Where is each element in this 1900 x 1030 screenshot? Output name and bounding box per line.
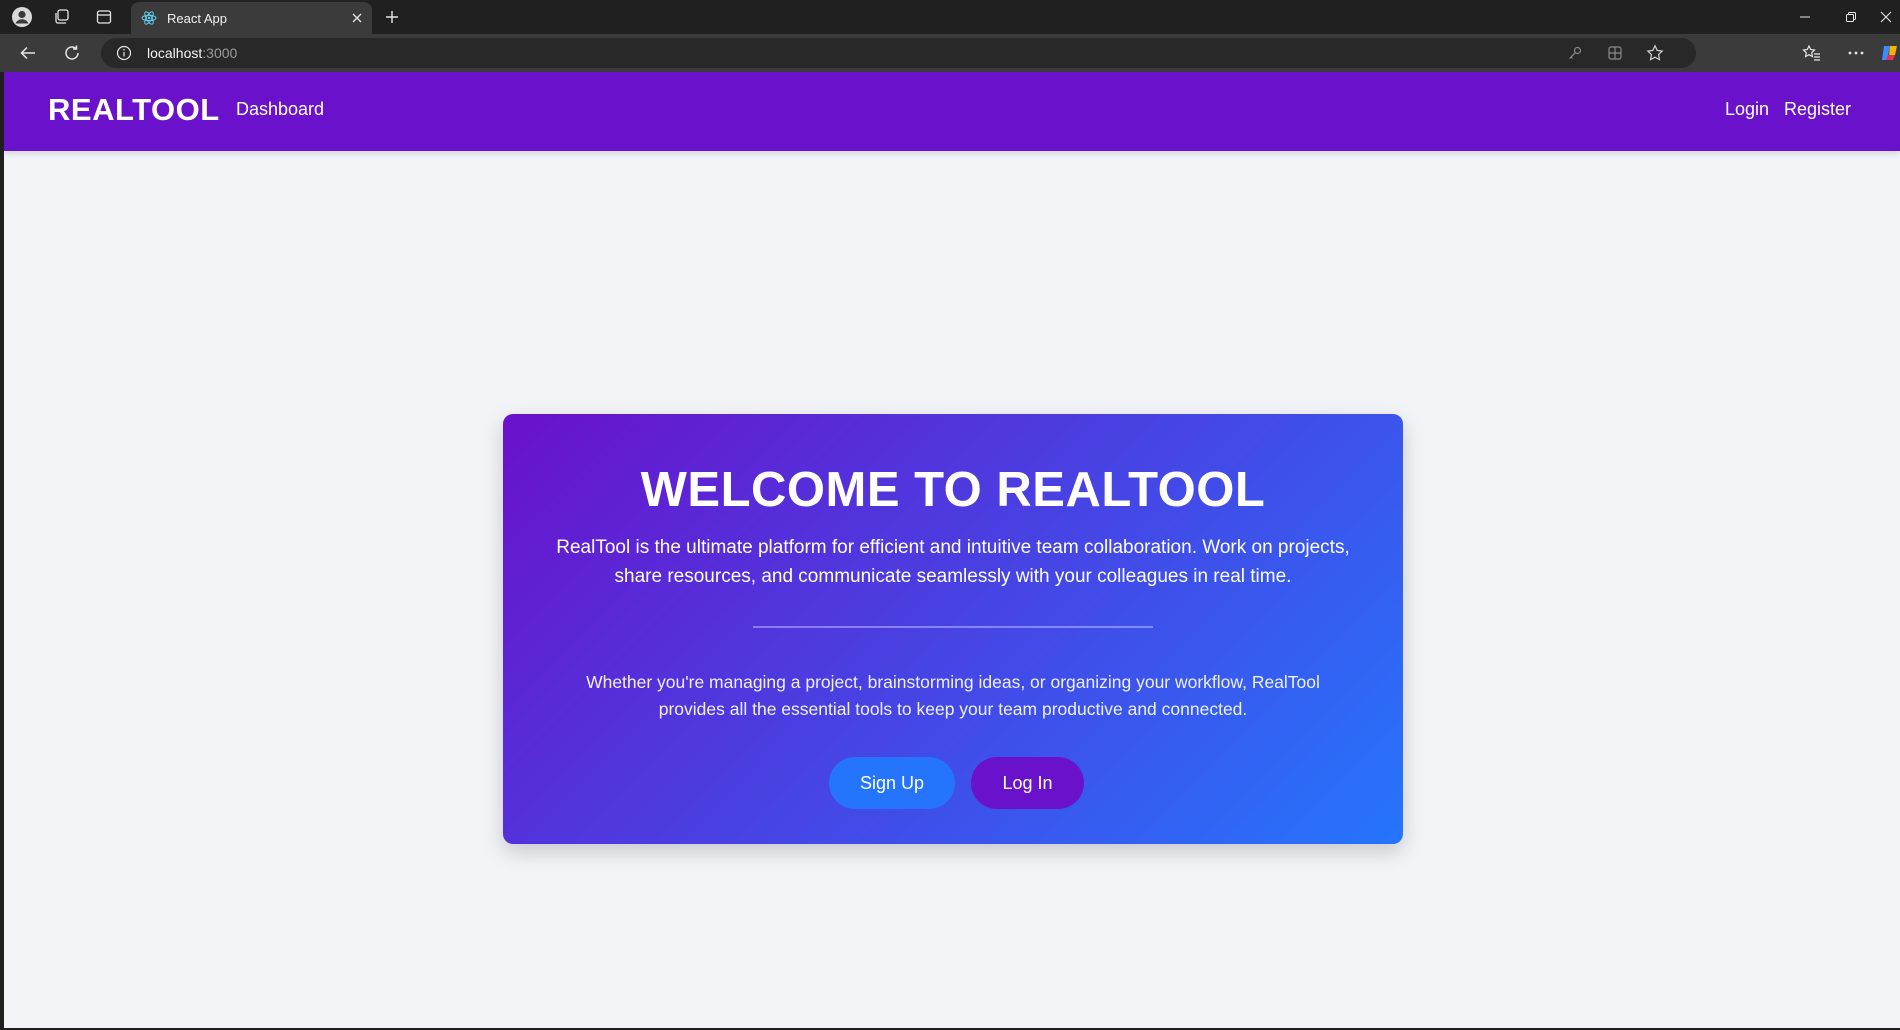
- more-options-icon[interactable]: [1836, 34, 1876, 72]
- profile-icon[interactable]: [2, 0, 42, 34]
- close-window-icon[interactable]: [1872, 0, 1900, 34]
- tab-title: React App: [167, 10, 227, 26]
- workspaces-icon[interactable]: [42, 0, 82, 34]
- site-info-icon[interactable]: [107, 38, 141, 68]
- app-available-icon[interactable]: [1597, 38, 1633, 68]
- react-logo-icon: [139, 8, 159, 28]
- url-port: :3000: [202, 45, 238, 61]
- address-bar[interactable]: localhost:3000: [101, 38, 1696, 68]
- close-tab-icon[interactable]: [342, 3, 372, 33]
- browser-toolbar: localhost:3000: [0, 34, 1900, 72]
- nav-link-login[interactable]: Login: [1725, 99, 1769, 120]
- tab-react-app[interactable]: React App: [131, 2, 372, 34]
- nav-link-register[interactable]: Register: [1784, 99, 1851, 120]
- restore-icon[interactable]: [1826, 0, 1876, 34]
- app-navbar: REALTOOL Dashboard Login Register: [4, 72, 1900, 151]
- key-icon[interactable]: [1557, 38, 1593, 68]
- minimize-icon[interactable]: [1780, 0, 1830, 34]
- hero-title: WELCOME TO REALTOOL: [640, 463, 1266, 517]
- divider: [753, 626, 1153, 628]
- hero-description: RealTool is the ultimate platform for ef…: [556, 537, 1350, 587]
- favorites-icon[interactable]: [1792, 34, 1832, 72]
- brand-logo[interactable]: REALTOOL: [48, 92, 220, 128]
- favorite-star-icon[interactable]: [1637, 38, 1673, 68]
- sign-up-button[interactable]: Sign Up: [829, 757, 955, 809]
- tab-actions-icon[interactable]: [84, 0, 124, 34]
- log-in-button[interactable]: Log In: [971, 757, 1084, 809]
- welcome-card: WELCOME TO REALTOOL RealTool is the ulti…: [503, 414, 1403, 844]
- nav-link-dashboard[interactable]: Dashboard: [236, 99, 324, 120]
- back-arrow-icon[interactable]: [8, 34, 48, 72]
- url-host: localhost: [147, 45, 203, 61]
- page-viewport: REALTOOL Dashboard Login Register WELCOM…: [4, 72, 1900, 1028]
- copilot-icon[interactable]: [1880, 34, 1900, 72]
- refresh-icon[interactable]: [52, 34, 92, 72]
- browser-tab-bar: React App: [0, 0, 1900, 34]
- hero-subtext: Whether you're managing a project, brain…: [586, 672, 1320, 719]
- new-tab-icon[interactable]: [374, 0, 410, 34]
